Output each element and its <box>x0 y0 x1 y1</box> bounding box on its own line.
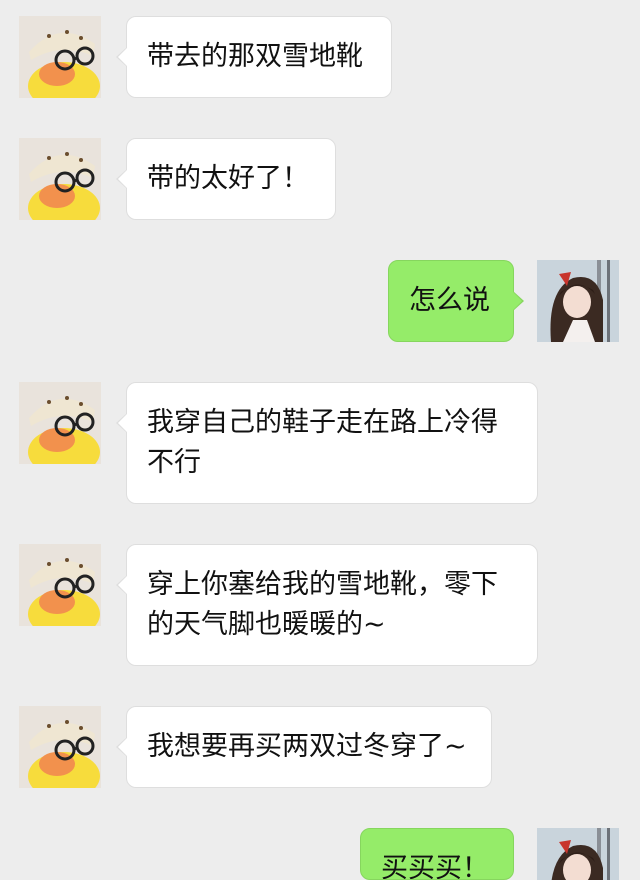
message-bubble[interactable]: 带去的那双雪地靴 <box>116 16 392 98</box>
chat-thread[interactable]: 带去的那双雪地靴 带的太好了！ 怎么说 我穿自己的鞋子走在路上冷得不行 穿上你塞… <box>0 0 640 880</box>
duck-avatar[interactable] <box>19 138 101 220</box>
duck-avatar[interactable] <box>19 706 101 788</box>
message-bubble[interactable]: 我穿自己的鞋子走在路上冷得不行 <box>116 382 538 504</box>
message-bubble[interactable]: 买买买！ <box>360 828 514 880</box>
duck-avatar[interactable] <box>19 544 101 626</box>
anime-girl-avatar[interactable] <box>537 260 619 342</box>
message-bubble[interactable]: 怎么说 <box>388 260 524 342</box>
duck-avatar[interactable] <box>19 382 101 464</box>
anime-girl-avatar[interactable] <box>537 828 619 880</box>
message-bubble[interactable]: 我想要再买两双过冬穿了~ <box>116 706 492 788</box>
message-bubble[interactable]: 穿上你塞给我的雪地靴，零下的天气脚也暖暖的~ <box>116 544 538 666</box>
duck-avatar[interactable] <box>19 16 101 98</box>
message-bubble[interactable]: 带的太好了！ <box>116 138 336 220</box>
